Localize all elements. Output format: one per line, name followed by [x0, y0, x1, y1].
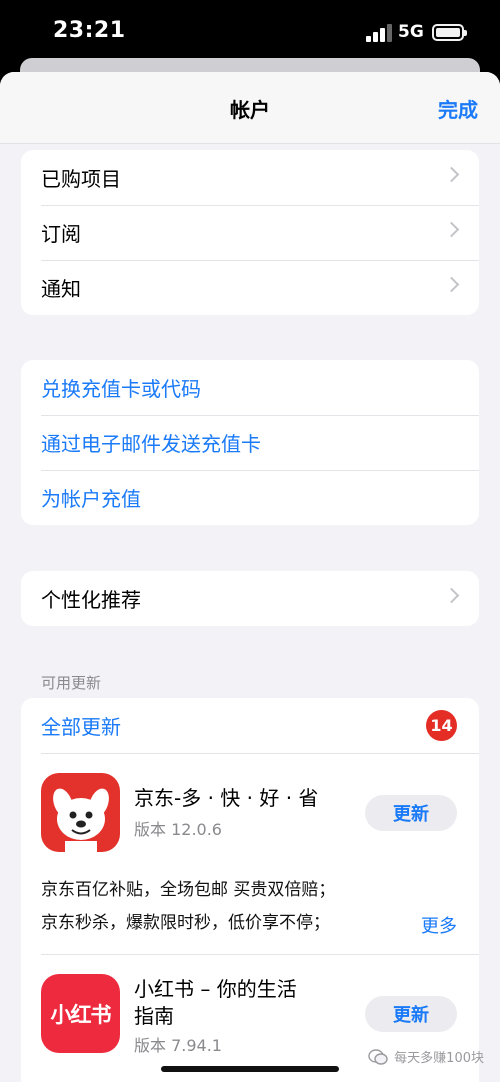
watermark: 每天多赚100块 [368, 1047, 484, 1066]
chevron-right-icon [443, 166, 460, 183]
update-all-button[interactable]: 全部更新 14 [21, 698, 479, 753]
updates-group: 全部更新 14 京东-多 · 快 · 好 · 省 版本 12.0.6 更新 京东… [21, 698, 479, 1082]
page-title: 帐户 [230, 98, 270, 122]
personalized-recommendations-label: 个性化推荐 [41, 588, 141, 612]
chevron-right-icon [443, 276, 460, 293]
xiaohongshu-app-name-line: 指南 [134, 1004, 174, 1028]
jd-release-notes-line: 京东秒杀，爆款限时秒，低价享不停； [41, 913, 330, 933]
jd-app-version: 版本 12.0.6 [134, 820, 222, 839]
notifications-label: 通知 [41, 277, 81, 301]
add-funds-link[interactable]: 为帐户充值 [21, 470, 479, 525]
jd-release-notes-line: 京东百亿补贴，全场包邮 买贵双倍赔； [41, 880, 336, 900]
xiaohongshu-app-version: 版本 7.94.1 [134, 1036, 222, 1055]
redeem-gift-card-link[interactable]: 兑换充值卡或代码 [21, 360, 479, 415]
navigation-bar: 帐户 完成 [0, 72, 500, 144]
account-sheet: 帐户 完成 已购项目 订阅 通知 兑换充值卡或代码 通过电子邮件发送充值卡 为帐… [0, 72, 500, 1082]
chevron-right-icon [443, 587, 460, 604]
chevron-right-icon [443, 221, 460, 238]
status-bar: 23:21 5G [0, 0, 500, 66]
home-indicator[interactable] [161, 1066, 339, 1072]
xiaohongshu-update-button[interactable]: 更新 [365, 996, 457, 1032]
update-count-badge: 14 [426, 710, 457, 741]
account-menu-group: 已购项目 订阅 通知 [21, 150, 479, 315]
gift-card-group: 兑换充值卡或代码 通过电子邮件发送充值卡 为帐户充值 [21, 360, 479, 525]
wechat-icon [368, 1048, 388, 1065]
xiaohongshu-app-name: 小红书 – 你的生活 指南 [134, 976, 297, 1030]
jd-more-link[interactable]: 更多 [421, 912, 457, 938]
divider [41, 753, 479, 754]
available-updates-header: 可用更新 [41, 674, 102, 692]
status-time: 23:21 [53, 18, 126, 43]
notifications-row[interactable]: 通知 [21, 260, 479, 315]
purchased-label: 已购项目 [41, 167, 121, 191]
xiaohongshu-logo-text: 小红书 [50, 1002, 112, 1027]
purchased-row[interactable]: 已购项目 [21, 150, 479, 205]
jd-release-notes: 京东百亿补贴，全场包邮 买贵双倍赔； 京东秒杀，爆款限时秒，低价享不停； [41, 874, 335, 940]
done-button[interactable]: 完成 [438, 94, 478, 123]
network-type: 5G [398, 22, 424, 42]
battery-icon [432, 24, 467, 41]
personalized-recommendations-row[interactable]: 个性化推荐 [21, 571, 479, 626]
jd-app-name: 京东-多 · 快 · 好 · 省 [134, 786, 319, 810]
xiaohongshu-app-icon[interactable]: 小红书 [41, 974, 120, 1053]
update-all-label: 全部更新 [41, 715, 121, 739]
xiaohongshu-app-name-line: 小红书 – 你的生活 [134, 977, 297, 1001]
subscriptions-label: 订阅 [41, 222, 81, 246]
jd-app-icon[interactable] [41, 773, 120, 852]
cellular-signal-icon [366, 24, 394, 42]
subscriptions-row[interactable]: 订阅 [21, 205, 479, 260]
recommendations-group: 个性化推荐 [21, 571, 479, 626]
divider [41, 954, 479, 955]
jd-update-button[interactable]: 更新 [365, 795, 457, 831]
send-gift-card-email-link[interactable]: 通过电子邮件发送充值卡 [21, 415, 479, 470]
watermark-text: 每天多赚100块 [394, 1051, 484, 1066]
